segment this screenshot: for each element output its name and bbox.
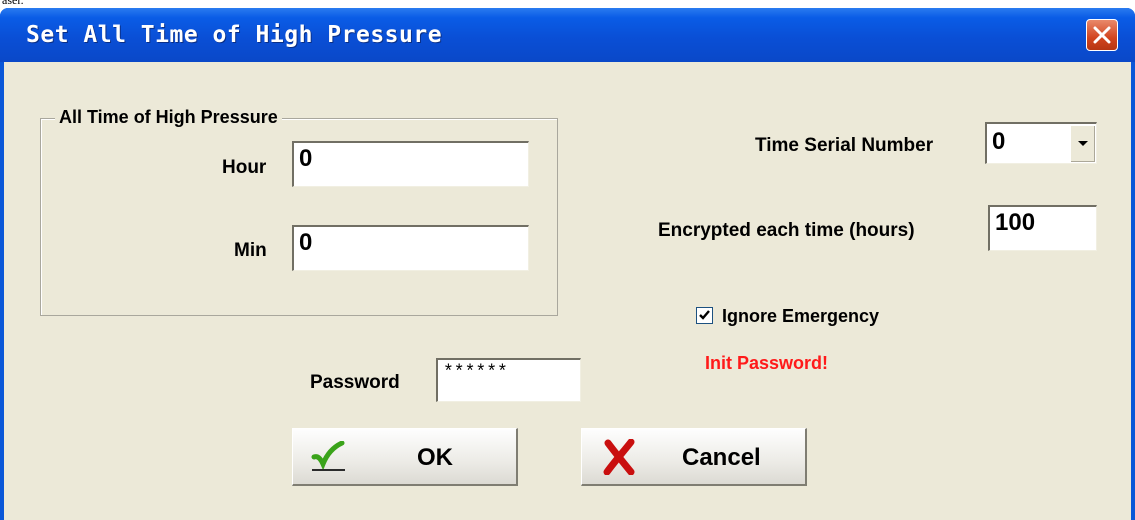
checkmark-icon <box>311 441 345 471</box>
time-serial-label: Time Serial Number <box>755 135 934 156</box>
group-title: All Time of High Pressure <box>55 107 282 128</box>
hour-label: Hour <box>222 157 267 178</box>
dialog-window: Set All Time of High Pressure All Time o… <box>0 8 1135 520</box>
ok-button[interactable]: OK <box>292 428 518 486</box>
checkmark-icon <box>699 310 710 320</box>
password-label: Password <box>310 372 400 393</box>
chevron-down-icon <box>1078 141 1088 146</box>
residue-text: aser. <box>2 0 24 7</box>
ignore-emergency-checkbox[interactable] <box>696 307 713 324</box>
close-icon <box>1093 26 1111 44</box>
title-bar[interactable]: Set All Time of High Pressure <box>0 8 1135 62</box>
min-label: Min <box>234 240 267 261</box>
dialog-client-area: All Time of High Pressure Hour 0 Min 0 T… <box>4 62 1131 520</box>
encrypted-label: Encrypted each time (hours) <box>658 220 915 241</box>
cross-icon <box>603 439 635 475</box>
dropdown-button[interactable] <box>1070 125 1095 162</box>
ok-label: OK <box>417 444 453 471</box>
window-title: Set All Time of High Pressure <box>26 22 443 48</box>
hour-input[interactable]: 0 <box>292 141 529 187</box>
cancel-label: Cancel <box>682 444 761 471</box>
ignore-emergency-label[interactable]: Ignore Emergency <box>722 306 879 327</box>
close-button[interactable] <box>1086 19 1118 51</box>
min-input[interactable]: 0 <box>292 225 529 271</box>
time-serial-value: 0 <box>992 128 1006 155</box>
time-serial-select[interactable]: 0 <box>985 122 1097 164</box>
warning-text: Init Password! <box>705 353 829 373</box>
encrypted-hours-input[interactable]: 100 <box>988 205 1097 251</box>
cancel-button[interactable]: Cancel <box>581 428 807 486</box>
password-input[interactable]: ****** <box>436 358 581 402</box>
